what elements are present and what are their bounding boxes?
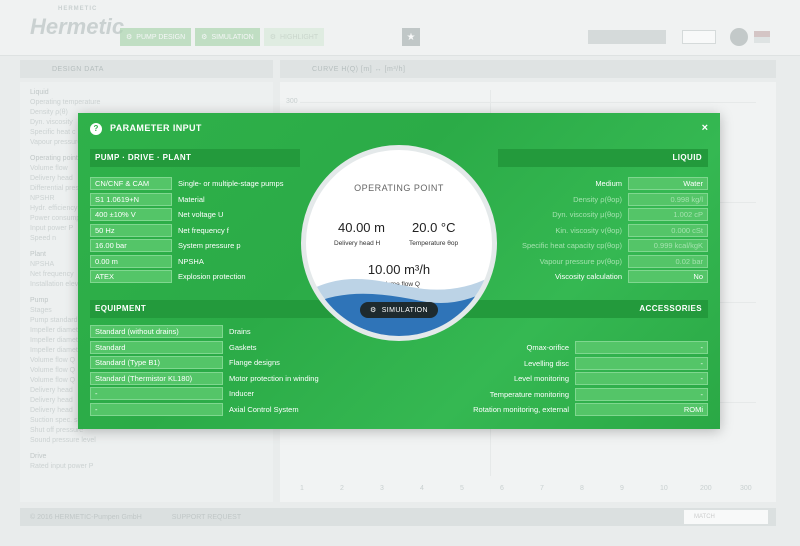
liquid-param-label: Specific heat capacity cp(θop) <box>521 241 622 250</box>
pump-param-value-field[interactable]: ATEX <box>90 270 172 283</box>
pump-param-value-field[interactable]: CN/CNF & CAM <box>90 177 172 190</box>
close-icon[interactable]: × <box>702 122 708 134</box>
delivery-head-label: Delivery head H <box>334 240 381 247</box>
liquid-param-value-field[interactable]: 0.999 kcal/kgK <box>628 239 708 252</box>
accessory-value-field[interactable]: - <box>575 341 708 354</box>
accessories-title: ACCESSORIES <box>639 304 702 313</box>
accessory-label: Level monitoring <box>513 374 569 383</box>
equipment-label: Flange designs <box>229 358 280 367</box>
accessory-value-field[interactable]: - <box>575 356 708 370</box>
pump-param-row: ATEX Explosion protection <box>90 269 246 284</box>
liquid-param-label: Medium <box>595 179 622 188</box>
accessory-label: Qmax-orifice <box>526 343 569 352</box>
accessory-row: Level monitoring - <box>514 371 708 386</box>
liquid-param-value-field[interactable]: 0.000 cSt <box>628 223 708 237</box>
equipment-row: Standard (Thermistor KL180) Motor protect… <box>90 371 319 386</box>
pump-param-label: Net voltage U <box>178 210 224 219</box>
liquid-param-value-field[interactable]: 1.002 cP <box>628 208 708 221</box>
accessory-row: Qmax-orifice - <box>526 340 708 355</box>
equipment-label: Motor protection in winding <box>229 373 319 383</box>
pump-param-row: 0.00 m NPSHA <box>90 254 204 269</box>
liquid-param-label: Vapour pressure pv(θop) <box>539 256 622 266</box>
dialog-header: ? PARAMETER INPUT × <box>78 113 720 145</box>
accessory-value-field[interactable]: ROMi <box>575 403 708 416</box>
equipment-row: Standard (without drains) Drains <box>90 324 251 339</box>
parameter-input-dialog: ? PARAMETER INPUT × PUMP · DRIVE · PLANT… <box>78 113 720 429</box>
pump-param-row: 50 Hz Net frequency f <box>90 223 229 238</box>
temperature-value: 20.0 °C <box>412 220 456 235</box>
equipment-row: Standard Gaskets <box>90 340 257 355</box>
liquid-param-row: Density ρ(θop) 0.998 kg/l <box>573 192 708 207</box>
equipment-label: Drains <box>229 327 251 336</box>
pump-param-label: Material <box>178 194 205 204</box>
liquid-param-value-field[interactable]: No <box>628 270 708 283</box>
pump-param-value-field[interactable]: 50 Hz <box>90 223 172 237</box>
liquid-param-label: Dyn. viscosity μ(θop) <box>552 210 622 219</box>
pump-param-label: System pressure p <box>178 241 241 250</box>
equipment-row: Standard (Type B1) Flange designs <box>90 355 280 370</box>
pump-param-value-field[interactable]: 16.00 bar <box>90 239 172 252</box>
liquid-param-label: Kin. viscosity ν(θop) <box>555 225 622 235</box>
equipment-value-field[interactable]: Standard (Thermistor KL180) <box>90 371 223 385</box>
accessory-label: Rotation monitoring, external <box>473 405 569 414</box>
equipment-value-field[interactable]: - <box>90 402 223 416</box>
accessory-label: Levelling disc <box>523 358 569 368</box>
pump-param-value-field[interactable]: 400 ±10% V <box>90 208 172 221</box>
equipment-title: EQUIPMENT <box>95 304 147 313</box>
pump-param-label: NPSHA <box>178 256 204 266</box>
temperature-label: Temperature θop <box>409 240 459 247</box>
liquid-param-label: Density ρ(θop) <box>573 194 622 204</box>
liquid-param-row: Specific heat capacity cp(θop) 0.999 kcal… <box>522 238 708 253</box>
accessory-label: Temperature monitoring <box>489 389 569 399</box>
equipment-value-field[interactable]: Standard <box>90 340 223 354</box>
operating-point-title: OPERATING POINT <box>354 183 444 193</box>
equipment-value-field[interactable]: - <box>90 387 223 400</box>
pump-param-row: CN/CNF & CAM Single- or multiple-stage pu… <box>90 176 283 191</box>
accessory-row: Temperature monitoring - <box>490 387 708 402</box>
pump-param-value-field[interactable]: 0.00 m <box>90 254 172 268</box>
equipment-value-field[interactable]: Standard (without drains) <box>90 325 223 338</box>
liquid-param-value-field[interactable]: 0.02 bar <box>628 254 708 268</box>
pump-param-row: S1 1.0619+N Material <box>90 192 205 207</box>
delivery-head-value: 40.00 m <box>338 220 385 235</box>
equipment-label: Inducer <box>229 389 255 398</box>
help-icon[interactable]: ? <box>90 123 102 135</box>
liquid-param-row: Vapour pressure pv(θop) 0.02 bar <box>540 254 708 269</box>
pump-param-row: 16.00 bar System pressure p <box>90 238 241 253</box>
liquid-wave-graphic <box>306 275 492 336</box>
pump-param-label: Net frequency f <box>178 225 229 235</box>
gear-icon: ⚙ <box>370 307 377 314</box>
equipment-label: Axial Control System <box>229 404 299 414</box>
pump-param-label: Explosion protection <box>178 272 246 281</box>
liquid-header: LIQUID <box>498 149 708 167</box>
accessory-row: Rotation monitoring, external ROMi <box>473 402 708 417</box>
equipment-row: - Inducer <box>90 386 254 401</box>
accessory-value-field[interactable]: - <box>575 372 708 385</box>
dialog-title: PARAMETER INPUT <box>110 123 202 133</box>
liquid-param-row: Viscosity calculation No <box>555 269 708 284</box>
pump-param-value-field[interactable]: S1 1.0619+N <box>90 192 172 206</box>
liquid-param-label: Viscosity calculation <box>555 272 622 281</box>
liquid-param-value-field[interactable]: Water <box>628 177 708 190</box>
equipment-row: - Axial Control System <box>90 402 299 417</box>
pump-param-label: Single- or multiple-stage pumps <box>178 179 284 188</box>
equipment-label: Gaskets <box>229 342 257 352</box>
equipment-value-field[interactable]: Standard (Type B1) <box>90 356 223 369</box>
pump-drive-plant-header: PUMP · DRIVE · PLANT <box>90 149 300 167</box>
accessory-value-field[interactable]: - <box>575 387 708 401</box>
liquid-param-row: Dyn. viscosity μ(θop) 1.002 cP <box>552 207 708 222</box>
pump-param-row: 400 ±10% V Net voltage U <box>90 207 223 222</box>
accessory-row: Levelling disc - <box>524 356 708 371</box>
simulation-button[interactable]: ⚙ SIMULATION <box>360 302 438 318</box>
liquid-param-value-field[interactable]: 0.998 kg/l <box>628 192 708 206</box>
liquid-param-row: Medium Water <box>595 176 708 191</box>
liquid-param-row: Kin. viscosity ν(θop) 0.000 cSt <box>555 223 708 238</box>
